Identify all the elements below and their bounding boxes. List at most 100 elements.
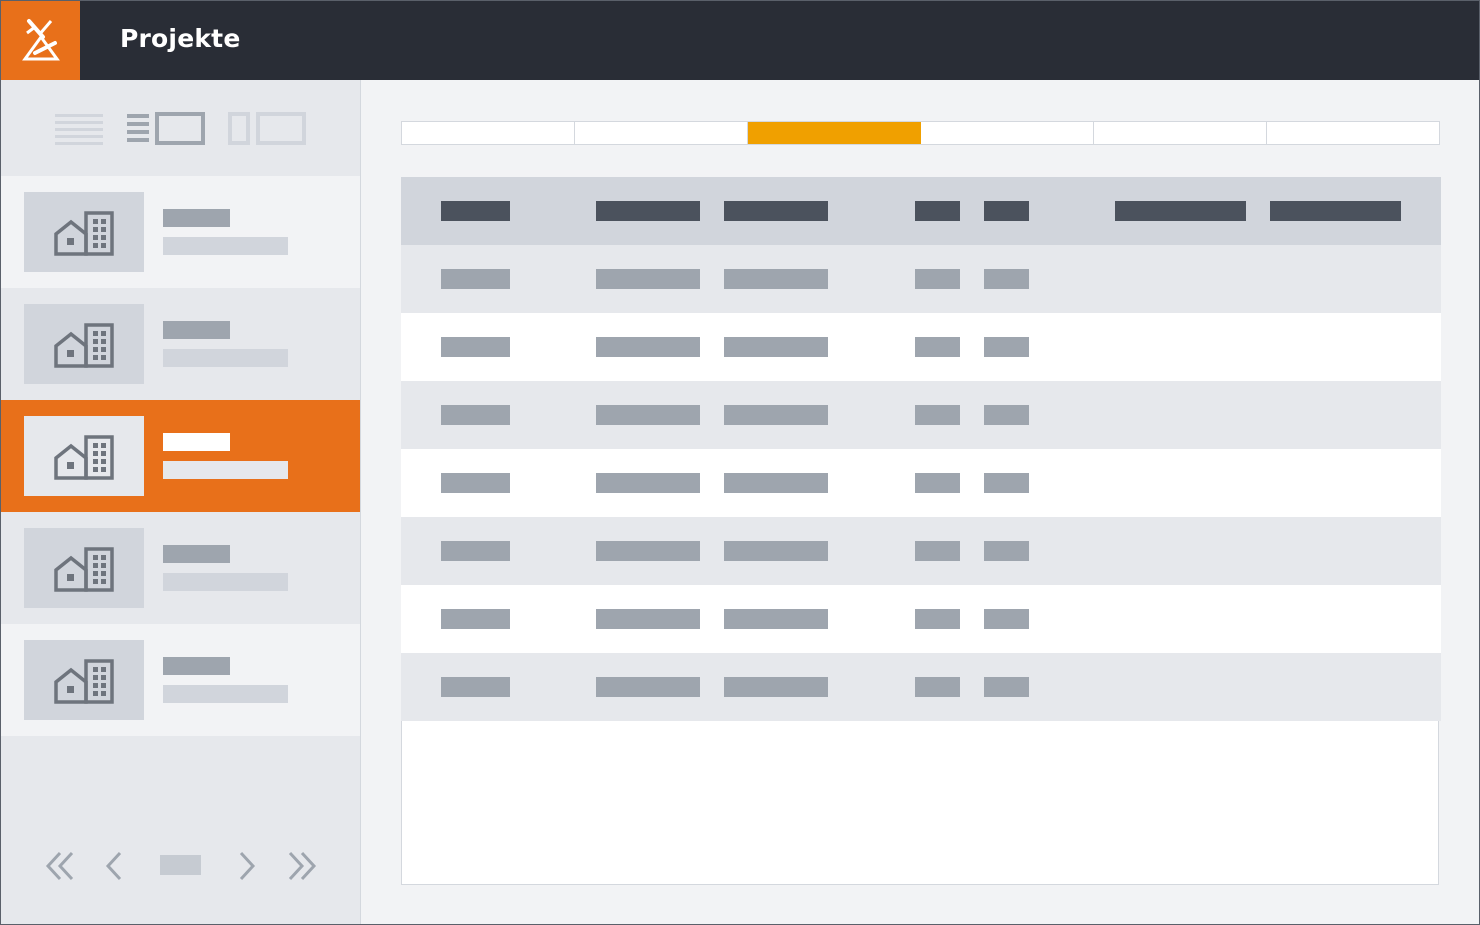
- table-cell: [984, 473, 1029, 493]
- next-page-icon: [239, 851, 256, 881]
- tab-2[interactable]: [575, 122, 748, 144]
- table-cell: [724, 405, 828, 425]
- table-row[interactable]: [401, 245, 1441, 313]
- project-name-placeholder: [163, 321, 230, 339]
- table-row[interactable]: [401, 585, 1441, 653]
- project-detail-placeholder: [163, 349, 288, 367]
- project-name-placeholder: [163, 433, 230, 451]
- tab-1[interactable]: [402, 122, 575, 144]
- column-header[interactable]: [915, 201, 960, 221]
- table-header: [401, 177, 1441, 245]
- first-page-icon: [45, 851, 74, 881]
- table-cell: [596, 541, 700, 561]
- table-cell: [984, 405, 1029, 425]
- table-cell: [441, 541, 510, 561]
- table-cell: [915, 677, 960, 697]
- table-cell: [596, 269, 700, 289]
- table-cell: [984, 677, 1029, 697]
- table-cell: [915, 337, 960, 357]
- project-thumbnail: [24, 640, 144, 720]
- list-view-button[interactable]: [55, 108, 105, 148]
- view-mode-toggles: [1, 80, 360, 176]
- tab-3-active[interactable]: [748, 122, 921, 144]
- app-window: Projekte: [0, 0, 1480, 925]
- table-cell: [984, 609, 1029, 629]
- house-building-icon: [54, 435, 114, 480]
- table-row[interactable]: [401, 653, 1441, 721]
- table-row[interactable]: [401, 381, 1441, 449]
- tile-view-icon: [228, 112, 306, 145]
- table-cell: [915, 473, 960, 493]
- column-header[interactable]: [724, 201, 828, 221]
- previous-page-button[interactable]: [104, 850, 124, 886]
- table-row[interactable]: [401, 313, 1441, 381]
- next-page-button[interactable]: [237, 850, 257, 886]
- house-building-icon: [54, 659, 114, 704]
- column-header[interactable]: [1270, 201, 1401, 221]
- table-row[interactable]: [401, 449, 1441, 517]
- table-row[interactable]: [401, 517, 1441, 585]
- list-view-icon: [55, 114, 103, 145]
- table-cell: [724, 541, 828, 561]
- house-building-icon: [54, 211, 114, 256]
- project-list-item-selected[interactable]: [1, 400, 360, 512]
- detail-list-view-button[interactable]: [127, 108, 207, 148]
- project-list-item[interactable]: [1, 176, 360, 288]
- project-name-placeholder: [163, 545, 230, 563]
- table-cell: [915, 405, 960, 425]
- project-list-item[interactable]: [1, 288, 360, 400]
- project-name-placeholder: [163, 657, 230, 675]
- column-header[interactable]: [1115, 201, 1246, 221]
- tile-view-button[interactable]: [228, 108, 308, 148]
- table-cell: [596, 609, 700, 629]
- column-header[interactable]: [984, 201, 1029, 221]
- project-name-placeholder: [163, 209, 230, 227]
- table-cell: [915, 541, 960, 561]
- table-cell: [441, 473, 510, 493]
- table-cell: [724, 473, 828, 493]
- project-detail-placeholder: [163, 461, 288, 479]
- building-tools-logo-icon: [22, 19, 60, 61]
- tab-5[interactable]: [1094, 122, 1267, 144]
- app-logo[interactable]: [1, 1, 80, 80]
- page-title: Projekte: [120, 24, 241, 53]
- current-page-indicator: [160, 855, 201, 875]
- project-thumbnail: [24, 192, 144, 272]
- project-detail-placeholder: [163, 237, 288, 255]
- project-detail-placeholder: [163, 685, 288, 703]
- last-page-icon: [288, 851, 317, 881]
- main-content: [361, 80, 1479, 924]
- data-table: [401, 177, 1441, 885]
- table-cell: [984, 269, 1029, 289]
- table-cell: [441, 269, 510, 289]
- table-cell: [915, 609, 960, 629]
- table-cell: [984, 541, 1029, 561]
- project-detail-placeholder: [163, 573, 288, 591]
- project-thumbnail: [24, 528, 144, 608]
- tab-6[interactable]: [1267, 122, 1439, 144]
- table-cell: [596, 677, 700, 697]
- house-building-icon: [54, 323, 114, 368]
- project-thumbnail: [24, 416, 144, 496]
- first-page-button[interactable]: [45, 850, 77, 886]
- table-cell: [984, 337, 1029, 357]
- house-building-icon: [54, 547, 114, 592]
- table-cell: [596, 405, 700, 425]
- column-header[interactable]: [441, 201, 510, 221]
- table-cell: [596, 473, 700, 493]
- project-list-item[interactable]: [1, 624, 360, 736]
- last-page-button[interactable]: [285, 850, 317, 886]
- table-cell: [724, 269, 828, 289]
- table-cell: [441, 677, 510, 697]
- table-cell: [724, 609, 828, 629]
- pagination: [1, 838, 360, 894]
- tab-4[interactable]: [921, 122, 1094, 144]
- table-cell: [915, 269, 960, 289]
- table-cell: [441, 405, 510, 425]
- column-header[interactable]: [596, 201, 700, 221]
- project-list-item[interactable]: [1, 512, 360, 624]
- table-cell: [724, 337, 828, 357]
- app-header: Projekte: [1, 1, 1479, 80]
- table-cell: [724, 677, 828, 697]
- sidebar: [1, 80, 361, 924]
